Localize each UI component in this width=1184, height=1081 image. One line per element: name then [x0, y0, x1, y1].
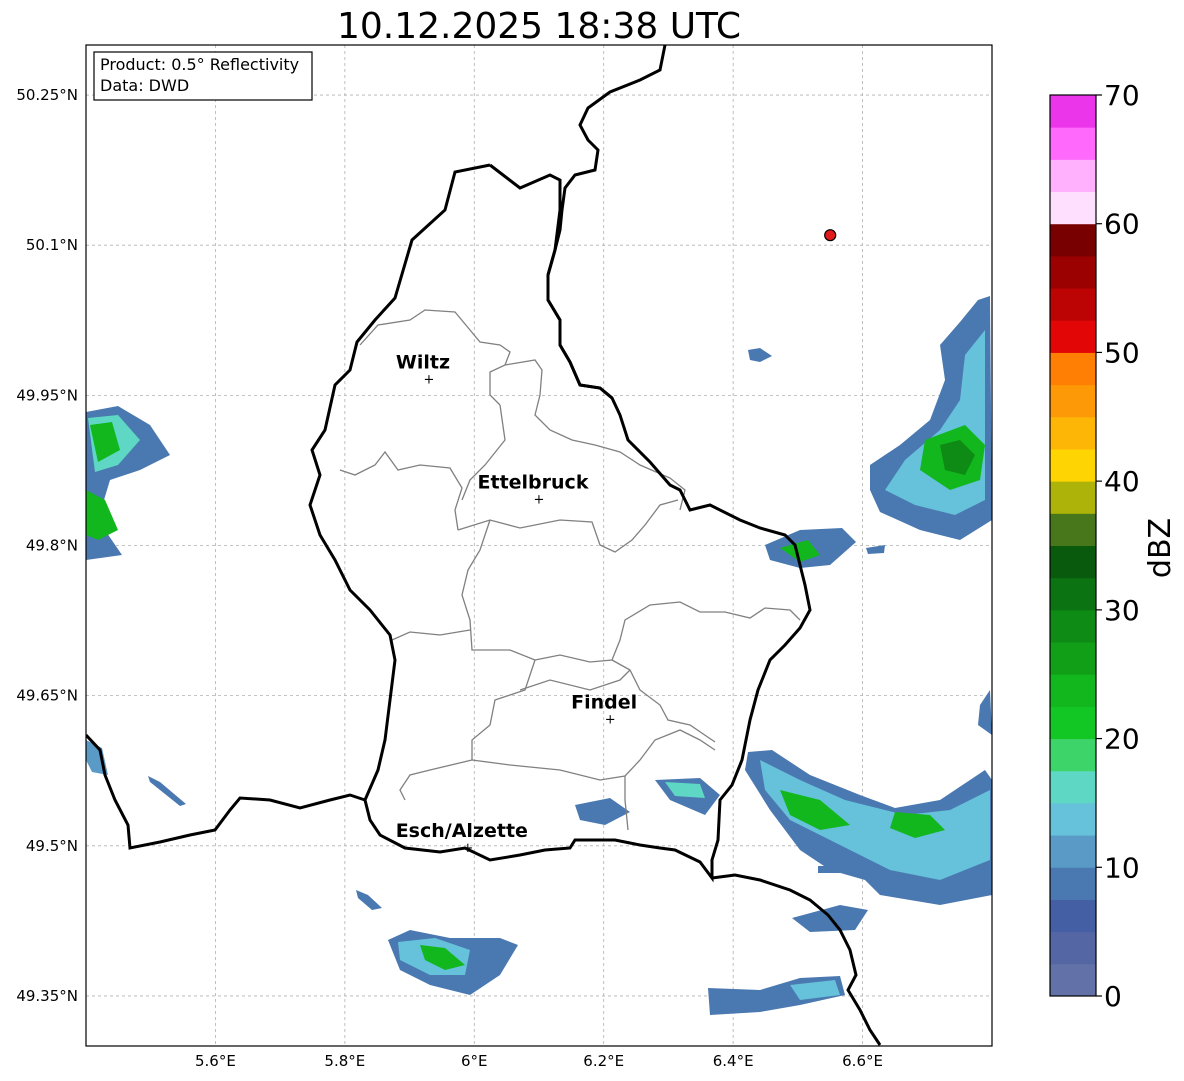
city-label: Findel — [571, 692, 637, 714]
colorbar-segment — [1050, 867, 1096, 900]
lon-tick-label: 5.8°E — [324, 1052, 365, 1070]
colorbar-segment — [1050, 320, 1096, 353]
city-marker-icon: + — [605, 713, 616, 728]
city-marker-icon: + — [462, 841, 473, 856]
colorbar-segment — [1050, 127, 1096, 160]
city-marker-icon: + — [424, 372, 435, 387]
radar-figure: 10.12.2025 18:38 UTC +Wiltz+Ettelbruck+F… — [16, 6, 1178, 1070]
colorbar-segment — [1050, 899, 1096, 933]
lon-tick-label: 6.6°E — [842, 1052, 883, 1070]
lon-tick-label: 6.4°E — [713, 1052, 754, 1070]
colorbar-tick-label: 20 — [1104, 723, 1140, 756]
colorbar-segment — [1050, 481, 1096, 514]
colorbar-segment — [1050, 963, 1096, 997]
colorbar-tick-label: 70 — [1104, 79, 1140, 112]
colorbar-segment — [1050, 448, 1096, 482]
colorbar-segment — [1050, 706, 1096, 740]
colorbar-segment — [1050, 577, 1096, 611]
city-label: Ettelbruck — [478, 471, 589, 493]
lat-tick-label: 49.35°N — [16, 987, 78, 1005]
colorbar-segments — [1050, 95, 1096, 997]
colorbar: 0 10 20 30 40 50 60 70 dBZ — [1049, 79, 1178, 1013]
lat-tick-label: 50.25°N — [16, 86, 78, 104]
colorbar-segment — [1050, 931, 1096, 965]
lat-tick-label: 49.95°N — [16, 386, 78, 404]
colorbar-segment — [1050, 255, 1096, 289]
colorbar-tick-label: 10 — [1104, 851, 1140, 884]
lat-tick-label: 49.65°N — [16, 687, 78, 705]
longitude-ticks: 5.6°E 5.8°E 6°E 6.2°E 6.4°E 6.6°E — [195, 1052, 883, 1070]
colorbar-segment — [1050, 288, 1096, 321]
colorbar-tick-label: 0 — [1104, 980, 1122, 1013]
colorbar-ticks: 0 10 20 30 40 50 60 70 — [1096, 79, 1140, 1013]
colorbar-segment — [1050, 95, 1096, 128]
colorbar-segment — [1050, 384, 1096, 418]
colorbar-segment — [1050, 642, 1096, 675]
lat-tick-label: 50.1°N — [26, 236, 78, 254]
map-title: 10.12.2025 18:38 UTC — [337, 6, 741, 47]
radar-site-marker — [824, 229, 837, 242]
city-label: Esch/Alzette — [396, 820, 528, 842]
colorbar-segment — [1050, 191, 1096, 225]
colorbar-segment — [1050, 416, 1096, 450]
colorbar-tick-label: 30 — [1104, 594, 1140, 627]
colorbar-segment — [1050, 159, 1096, 193]
map-panel: +Wiltz+Ettelbruck+Findel+Esch/Alzette 5.… — [16, 44, 993, 1070]
info-product: Product: 0.5° Reflectivity — [100, 55, 299, 74]
colorbar-segment — [1050, 738, 1096, 772]
colorbar-segment — [1050, 770, 1096, 804]
colorbar-segment — [1050, 674, 1096, 707]
lon-tick-label: 6°E — [461, 1052, 488, 1070]
colorbar-tick-label: 60 — [1104, 208, 1140, 241]
info-data-source: Data: DWD — [100, 76, 189, 95]
info-box: Product: 0.5° Reflectivity Data: DWD — [93, 51, 313, 101]
colorbar-segment — [1050, 835, 1096, 868]
colorbar-segment — [1050, 609, 1096, 643]
city-label: Wiltz — [396, 351, 450, 373]
colorbar-label: dBZ — [1143, 518, 1178, 578]
lat-tick-label: 49.5°N — [26, 837, 78, 855]
city-marker-icon: + — [534, 492, 545, 507]
colorbar-segment — [1050, 545, 1096, 579]
lon-tick-label: 5.6°E — [195, 1052, 236, 1070]
colorbar-segment — [1050, 352, 1096, 386]
lon-tick-label: 6.2°E — [583, 1052, 624, 1070]
colorbar-segment — [1050, 223, 1096, 257]
colorbar-segment — [1050, 513, 1096, 546]
lat-tick-label: 49.8°N — [26, 537, 78, 555]
colorbar-tick-label: 40 — [1104, 465, 1140, 498]
colorbar-tick-label: 50 — [1104, 336, 1140, 369]
colorbar-segment — [1050, 802, 1096, 836]
latitude-ticks: 50.25°N 50.1°N 49.95°N 49.8°N 49.65°N 49.5°N 4… — [16, 86, 78, 1005]
